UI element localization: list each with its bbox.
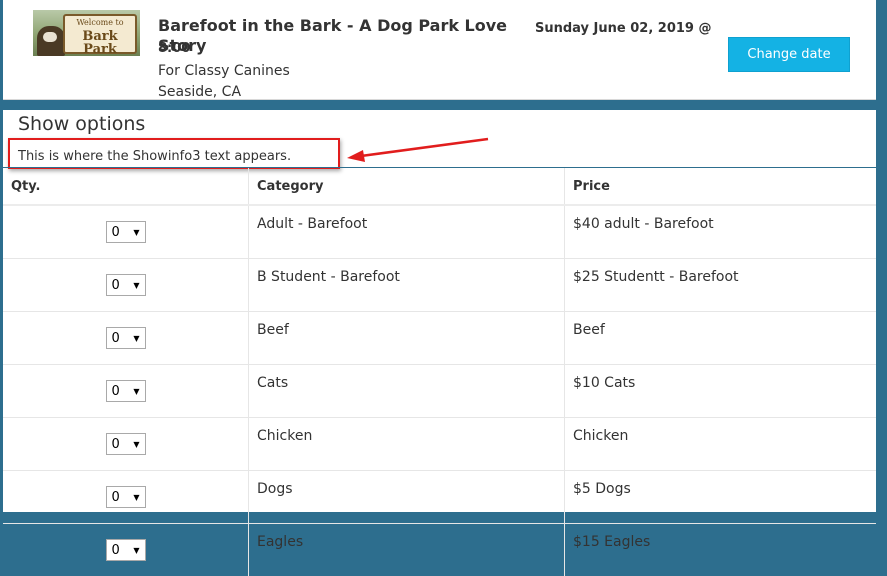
table-row: 0 ▼ Dogs $5 Dogs	[3, 471, 876, 524]
logo-sign-line1: Welcome to	[65, 19, 135, 27]
show-time: 8:00	[158, 39, 190, 59]
quantity-value: 0	[112, 225, 120, 240]
quantity-value: 0	[112, 490, 120, 505]
price-cell: Chicken	[565, 418, 877, 471]
chevron-down-icon: ▼	[133, 440, 139, 449]
chevron-down-icon: ▼	[133, 387, 139, 396]
qty-cell: 0 ▼	[3, 205, 249, 259]
table-row: 0 ▼ Eagles $15 Eagles	[3, 524, 876, 576]
quantity-value: 0	[112, 437, 120, 452]
quantity-select[interactable]: 0 ▼	[106, 221, 146, 243]
quantity-value: 0	[112, 384, 120, 399]
bark-park-logo: Welcome to Bark Park	[33, 10, 140, 56]
chevron-down-icon: ▼	[133, 334, 139, 343]
quantity-select[interactable]: 0 ▼	[106, 433, 146, 455]
category-cell: Eagles	[249, 524, 565, 576]
chevron-down-icon: ▼	[133, 281, 139, 290]
table-row: 0 ▼ Chicken Chicken	[3, 418, 876, 471]
qty-cell: 0 ▼	[3, 259, 249, 312]
logo-sign: Welcome to Bark Park	[63, 14, 137, 54]
quantity-select[interactable]: 0 ▼	[106, 539, 146, 561]
quantity-value: 0	[112, 278, 120, 293]
table-row: 0 ▼ B Student - Barefoot $25 Studentt - …	[3, 259, 876, 312]
quantity-select[interactable]: 0 ▼	[106, 486, 146, 508]
change-date-button[interactable]: Change date	[728, 37, 850, 72]
qty-cell: 0 ▼	[3, 524, 249, 576]
table-row: 0 ▼ Cats $10 Cats	[3, 365, 876, 418]
column-header-qty: Qty.	[3, 168, 249, 205]
table-row: 0 ▼ Adult - Barefoot $40 adult - Barefoo…	[3, 205, 876, 259]
show-options-panel: Show options This is where the Showinfo3…	[3, 110, 876, 512]
category-cell: Chicken	[249, 418, 565, 471]
qty-cell: 0 ▼	[3, 365, 249, 418]
column-header-price: Price	[565, 168, 877, 205]
column-header-category: Category	[249, 168, 565, 205]
chevron-down-icon: ▼	[133, 228, 139, 237]
table-header-row: Qty. Category Price	[3, 168, 876, 205]
category-cell: Dogs	[249, 471, 565, 524]
category-cell: Cats	[249, 365, 565, 418]
category-cell: Adult - Barefoot	[249, 205, 565, 259]
quantity-select[interactable]: 0 ▼	[106, 274, 146, 296]
price-cell: $5 Dogs	[565, 471, 877, 524]
quantity-value: 0	[112, 331, 120, 346]
quantity-select[interactable]: 0 ▼	[106, 380, 146, 402]
price-cell: $10 Cats	[565, 365, 877, 418]
venue-location: Seaside, CA	[158, 82, 241, 102]
qty-cell: 0 ▼	[3, 471, 249, 524]
show-header: Welcome to Bark Park Barefoot in the Bar…	[3, 0, 876, 100]
show-title: Barefoot in the Bark - A Dog Park Love S…	[158, 16, 533, 56]
price-cell: Beef	[565, 312, 877, 365]
category-cell: Beef	[249, 312, 565, 365]
quantity-value: 0	[112, 543, 120, 558]
dog-illustration	[37, 26, 65, 56]
table-row: 0 ▼ Beef Beef	[3, 312, 876, 365]
show-date: Sunday June 02, 2019 @	[535, 19, 712, 39]
qty-cell: 0 ▼	[3, 312, 249, 365]
price-cell: $40 adult - Barefoot	[565, 205, 877, 259]
price-cell: $25 Studentt - Barefoot	[565, 259, 877, 312]
category-cell: B Student - Barefoot	[249, 259, 565, 312]
logo-sign-line2: Bark Park	[65, 30, 135, 56]
price-cell: $15 Eagles	[565, 524, 877, 576]
chevron-down-icon: ▼	[133, 493, 139, 502]
chevron-down-icon: ▼	[133, 546, 139, 555]
qty-cell: 0 ▼	[3, 418, 249, 471]
ticket-options-table: Qty. Category Price 0 ▼ Adult - Barefoot…	[3, 168, 876, 576]
quantity-select[interactable]: 0 ▼	[106, 327, 146, 349]
venue-name: For Classy Canines	[158, 61, 290, 81]
